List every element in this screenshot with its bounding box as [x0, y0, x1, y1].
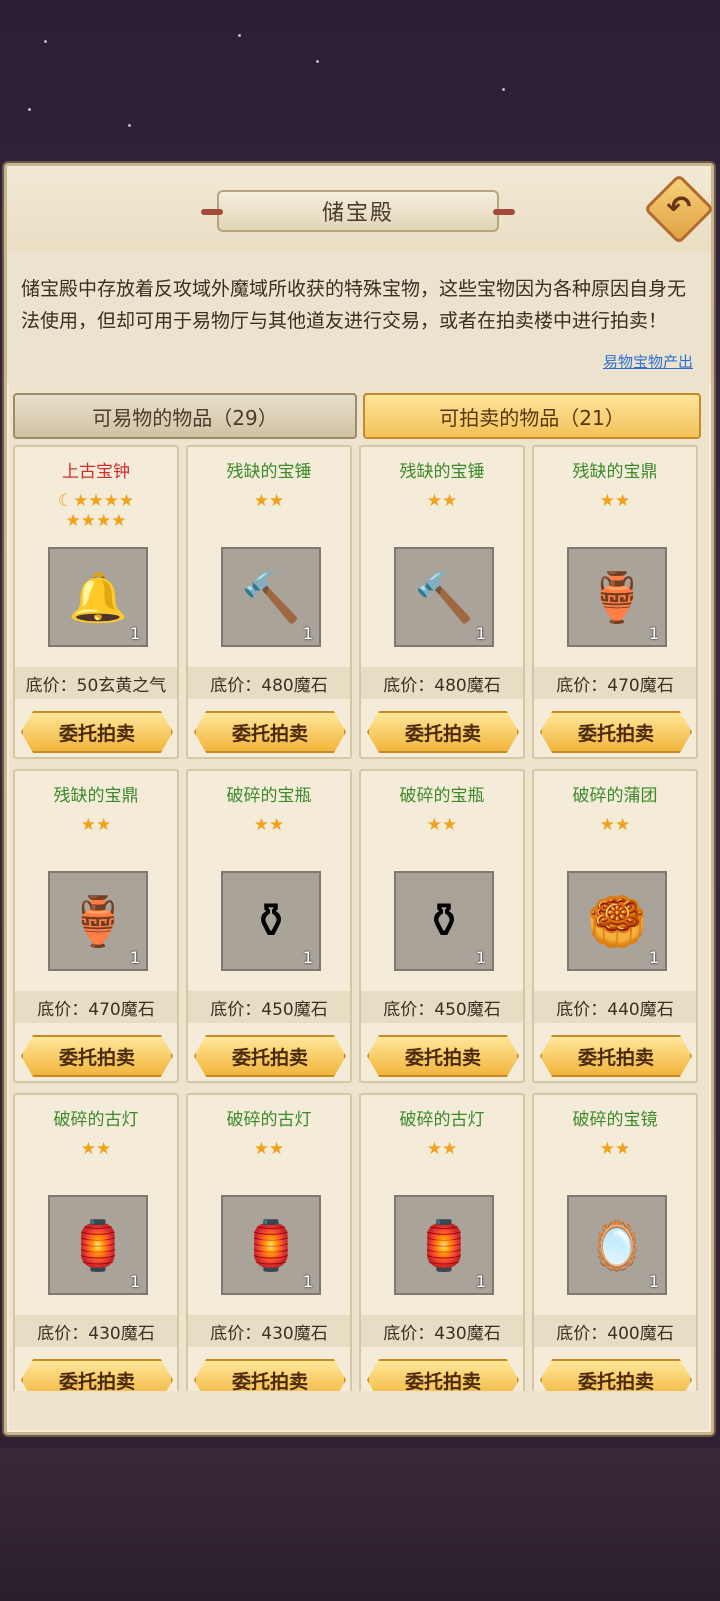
night-sky — [0, 0, 720, 160]
item-quantity: 1 — [648, 1272, 659, 1291]
item-price: 底价：450魔石 — [188, 991, 350, 1023]
tab-barter-items[interactable]: 可易物的物品（29） — [13, 393, 357, 439]
item-quantity: 1 — [648, 624, 659, 643]
consign-auction-button[interactable]: 委托拍卖 — [367, 1359, 519, 1391]
consign-auction-button[interactable]: 委托拍卖 — [194, 1035, 346, 1077]
item-quantity: 1 — [648, 948, 659, 967]
item-stars: ★★ — [599, 815, 631, 835]
item-name: 破碎的古灯 — [226, 1110, 312, 1130]
consign-auction-button[interactable]: 委托拍卖 — [194, 711, 346, 753]
item-name: 破碎的蒲团 — [572, 786, 658, 806]
item-name: 残缺的宝锤 — [399, 462, 485, 482]
item-quantity: 1 — [129, 1272, 140, 1291]
item-card[interactable]: 破碎的宝瓶 ★★ ⚱ 1 底价：450魔石 委托拍卖 — [186, 769, 352, 1083]
item-price: 底价：480魔石 — [361, 667, 523, 699]
item-stars: ★★ — [426, 491, 458, 511]
item-price: 底价：470魔石 — [15, 991, 177, 1023]
consign-auction-button[interactable]: 委托拍卖 — [367, 711, 519, 753]
item-card[interactable]: 破碎的宝瓶 ★★ ⚱ 1 底价：450魔石 委托拍卖 — [359, 769, 525, 1083]
item-price: 底价：400魔石 — [534, 1315, 696, 1347]
item-stars: ★★ — [80, 815, 112, 835]
item-icon-box[interactable]: ⚱ 1 — [394, 871, 494, 971]
description-box: 储宝殿中存放着反攻域外魔域所收获的特殊宝物，这些宝物因为各种原因自身无法使用，但… — [7, 251, 711, 383]
item-quantity: 1 — [475, 624, 486, 643]
item-stars: ★★ — [426, 1139, 458, 1159]
item-price: 底价：450魔石 — [361, 991, 523, 1023]
item-stars: ★★ — [253, 1139, 285, 1159]
item-price: 底价：440魔石 — [534, 991, 696, 1023]
item-icon-box[interactable]: 🔔 1 — [48, 547, 148, 647]
item-name: 残缺的宝鼎 — [53, 786, 139, 806]
item-icon-box[interactable]: 🥮 1 — [567, 871, 667, 971]
item-grid: 上古宝钟 ☾★★★★ ★★★★ 🔔 1 底价：50玄黄之气 委托拍卖 残缺的宝锤 … — [13, 443, 705, 1391]
header: 储宝殿 ↶ — [7, 166, 715, 261]
item-stars: ★★ — [599, 1139, 631, 1159]
item-quantity: 1 — [129, 948, 140, 967]
item-card[interactable]: 残缺的宝锤 ★★ 🔨 1 底价：480魔石 委托拍卖 — [186, 445, 352, 759]
item-price: 底价：430魔石 — [188, 1315, 350, 1347]
item-icon-box[interactable]: 🪞 1 — [567, 1195, 667, 1295]
item-icon-box[interactable]: 🔨 1 — [221, 547, 321, 647]
item-name: 破碎的古灯 — [53, 1110, 139, 1130]
item-price: 底价：480魔石 — [188, 667, 350, 699]
item-stars: ★★ — [599, 491, 631, 511]
item-stars: ★★ — [80, 1139, 112, 1159]
page-title: 储宝殿 — [321, 201, 394, 226]
item-price: 底价：470魔石 — [534, 667, 696, 699]
item-stars: ★★ — [253, 815, 285, 835]
item-stars: ☾★★★★ ★★★★ — [57, 491, 135, 531]
item-card[interactable]: 破碎的古灯 ★★ 🏮 1 底价：430魔石 委托拍卖 — [13, 1093, 179, 1391]
item-name: 残缺的宝鼎 — [572, 462, 658, 482]
item-icon-box[interactable]: 🏺 1 — [567, 547, 667, 647]
item-quantity: 1 — [129, 624, 140, 643]
item-quantity: 1 — [302, 624, 313, 643]
item-card[interactable]: 破碎的蒲团 ★★ 🥮 1 底价：440魔石 委托拍卖 — [532, 769, 698, 1083]
title-plate: 储宝殿 — [201, 190, 515, 232]
item-quantity: 1 — [475, 1272, 486, 1291]
item-price: 底价：430魔石 — [361, 1315, 523, 1347]
item-price: 底价：50玄黄之气 — [15, 667, 177, 699]
consign-auction-button[interactable]: 委托拍卖 — [540, 1035, 692, 1077]
item-icon-box[interactable]: ⚱ 1 — [221, 871, 321, 971]
item-icon-box[interactable]: 🏮 1 — [394, 1195, 494, 1295]
treasure-hall-panel: 储宝殿 ↶ 储宝殿中存放着反攻域外魔域所收获的特殊宝物，这些宝物因为各种原因自身… — [4, 163, 715, 1435]
item-source-link[interactable]: 易物宝物产出 — [603, 351, 693, 372]
item-price: 底价：430魔石 — [15, 1315, 177, 1347]
back-arrow-icon[interactable]: ↶ — [652, 180, 706, 234]
item-name: 破碎的宝瓶 — [226, 786, 312, 806]
item-card[interactable]: 残缺的宝鼎 ★★ 🏺 1 底价：470魔石 委托拍卖 — [532, 445, 698, 759]
item-quantity: 1 — [302, 1272, 313, 1291]
item-name: 残缺的宝锤 — [226, 462, 312, 482]
item-name: 上古宝钟 — [62, 462, 130, 482]
item-icon-box[interactable]: 🏺 1 — [48, 871, 148, 971]
item-card[interactable]: 破碎的古灯 ★★ 🏮 1 底价：430魔石 委托拍卖 — [186, 1093, 352, 1391]
item-card[interactable]: 残缺的宝锤 ★★ 🔨 1 底价：480魔石 委托拍卖 — [359, 445, 525, 759]
item-quantity: 1 — [475, 948, 486, 967]
item-card[interactable]: 破碎的宝镜 ★★ 🪞 1 底价：400魔石 委托拍卖 — [532, 1093, 698, 1391]
item-card[interactable]: 上古宝钟 ☾★★★★ ★★★★ 🔔 1 底价：50玄黄之气 委托拍卖 — [13, 445, 179, 759]
bottom-background — [0, 1448, 720, 1601]
item-quantity: 1 — [302, 948, 313, 967]
item-stars: ★★ — [426, 815, 458, 835]
consign-auction-button[interactable]: 委托拍卖 — [21, 1359, 173, 1391]
item-icon-box[interactable]: 🔨 1 — [394, 547, 494, 647]
item-icon-box[interactable]: 🏮 1 — [48, 1195, 148, 1295]
item-name: 破碎的宝镜 — [572, 1110, 658, 1130]
description-text: 储宝殿中存放着反攻域外魔域所收获的特殊宝物，这些宝物因为各种原因自身无法使用，但… — [21, 278, 687, 332]
consign-auction-button[interactable]: 委托拍卖 — [540, 1359, 692, 1391]
consign-auction-button[interactable]: 委托拍卖 — [21, 1035, 173, 1077]
item-stars: ★★ — [253, 491, 285, 511]
tab-auction-items[interactable]: 可拍卖的物品（21） — [363, 393, 701, 439]
item-card[interactable]: 残缺的宝鼎 ★★ 🏺 1 底价：470魔石 委托拍卖 — [13, 769, 179, 1083]
item-name: 破碎的宝瓶 — [399, 786, 485, 806]
consign-auction-button[interactable]: 委托拍卖 — [540, 711, 692, 753]
consign-auction-button[interactable]: 委托拍卖 — [367, 1035, 519, 1077]
item-name: 破碎的古灯 — [399, 1110, 485, 1130]
item-icon-box[interactable]: 🏮 1 — [221, 1195, 321, 1295]
item-card[interactable]: 破碎的古灯 ★★ 🏮 1 底价：430魔石 委托拍卖 — [359, 1093, 525, 1391]
consign-auction-button[interactable]: 委托拍卖 — [194, 1359, 346, 1391]
consign-auction-button[interactable]: 委托拍卖 — [21, 711, 173, 753]
